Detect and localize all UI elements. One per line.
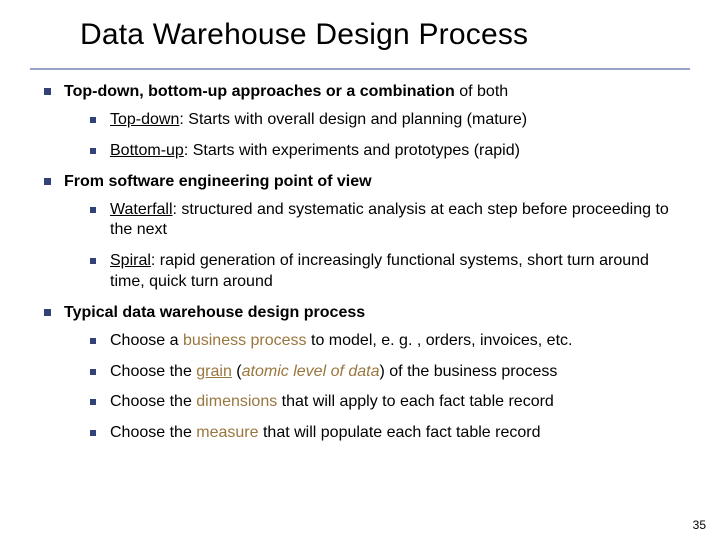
bullet-list: Top-down, bottom-up approaches or a comb… xyxy=(40,82,686,444)
bullet-lead-bold: From software engineering point of view xyxy=(64,173,372,190)
page-number: 35 xyxy=(693,518,706,532)
sub-bullet-list: Top-down: Starts with overall design and… xyxy=(64,110,686,162)
sub-bullet-item: Spiral: rapid generation of increasingly… xyxy=(88,251,686,293)
sub-text: ( xyxy=(232,363,242,380)
sub-text: : rapid generation of increasingly funct… xyxy=(110,252,649,290)
slide-title: Data Warehouse Design Process xyxy=(30,18,690,62)
slide-body: Top-down, bottom-up approaches or a comb… xyxy=(30,82,690,444)
sub-bullet-item: Choose the grain (atomic level of data) … xyxy=(88,362,686,383)
sub-text: that will apply to each fact table recor… xyxy=(277,393,554,410)
bullet-lead-tail: of both xyxy=(455,83,508,100)
term-highlight: business process xyxy=(183,332,307,349)
slide: Data Warehouse Design Process Top-down, … xyxy=(0,0,720,540)
term-underline: Top-down xyxy=(110,111,179,128)
term-underline: Spiral xyxy=(110,252,151,269)
sub-text: : Starts with experiments and prototypes… xyxy=(184,142,520,159)
sub-text: that will populate each fact table recor… xyxy=(259,424,541,441)
sub-bullet-list: Choose a business process to model, e. g… xyxy=(64,331,686,444)
sub-bullet-item: Bottom-up: Starts with experiments and p… xyxy=(88,141,686,162)
bullet-lead-bold: Top-down, bottom-up approaches or a comb… xyxy=(64,83,455,100)
term-underline: Bottom-up xyxy=(110,142,184,159)
bullet-item: From software engineering point of view … xyxy=(40,172,686,293)
term-highlight-underline: grain xyxy=(196,363,232,380)
sub-bullet-item: Choose the measure that will populate ea… xyxy=(88,423,686,444)
sub-text: : structured and systematic analysis at … xyxy=(110,201,669,239)
title-divider xyxy=(30,68,690,70)
sub-bullet-item: Waterfall: structured and systematic ana… xyxy=(88,200,686,242)
term-highlight-italic: atomic level of data xyxy=(242,363,380,380)
sub-bullet-item: Choose the dimensions that will apply to… xyxy=(88,392,686,413)
bullet-item: Typical data warehouse design process Ch… xyxy=(40,303,686,444)
sub-bullet-item: Choose a business process to model, e. g… xyxy=(88,331,686,352)
sub-text: to model, e. g. , orders, invoices, etc. xyxy=(307,332,573,349)
sub-bullet-list: Waterfall: structured and systematic ana… xyxy=(64,200,686,293)
sub-text: Choose a xyxy=(110,332,183,349)
sub-text: Choose the xyxy=(110,424,196,441)
term-highlight: dimensions xyxy=(196,393,277,410)
sub-text: : Starts with overall design and plannin… xyxy=(179,111,527,128)
sub-text: ) of the business process xyxy=(380,363,558,380)
term-underline: Waterfall xyxy=(110,201,173,218)
bullet-item: Top-down, bottom-up approaches or a comb… xyxy=(40,82,686,162)
sub-text: Choose the xyxy=(110,363,196,380)
sub-bullet-item: Top-down: Starts with overall design and… xyxy=(88,110,686,131)
sub-text: Choose the xyxy=(110,393,196,410)
term-highlight: measure xyxy=(196,424,258,441)
bullet-lead-bold: Typical data warehouse design process xyxy=(64,304,365,321)
